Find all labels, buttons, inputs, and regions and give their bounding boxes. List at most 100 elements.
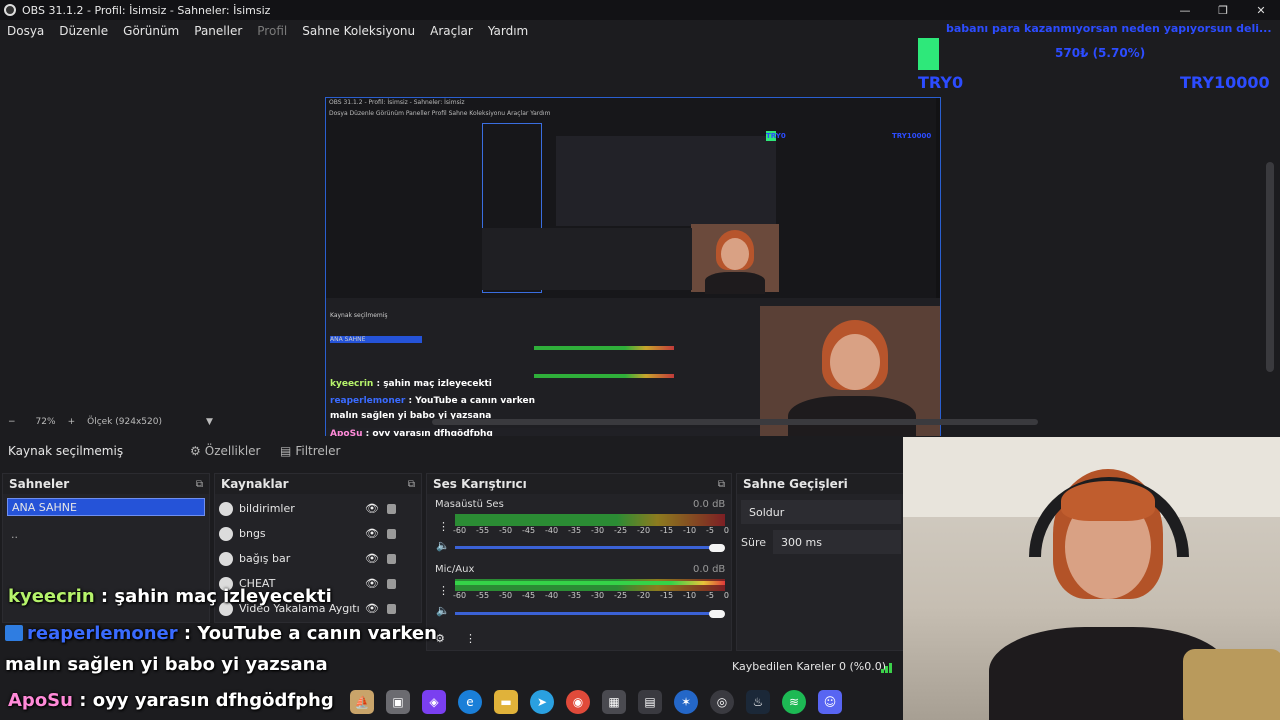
nested-chat-line-1: kyeecrin : şahin maç izleyecekti xyxy=(330,379,492,389)
volume-slider-knob[interactable] xyxy=(709,610,725,618)
scene-more: .. xyxy=(11,528,18,541)
menu-scene-collection[interactable]: Sahne Koleksiyonu xyxy=(302,24,415,38)
filters-button[interactable]: ▤ Filtreler xyxy=(280,444,340,458)
undock-icon[interactable]: ⧉ xyxy=(196,479,203,490)
mixer-menu-icon[interactable]: ⋮ xyxy=(465,632,476,645)
volume-slider[interactable] xyxy=(455,612,713,615)
channel-menu-icon[interactable]: ⋮ xyxy=(438,520,449,533)
source-item[interactable]: bağış bar 👁 xyxy=(215,546,421,571)
lock-icon[interactable] xyxy=(387,579,396,589)
scale-dropdown-icon[interactable]: ▼ xyxy=(206,417,213,427)
menu-profile[interactable]: Profil xyxy=(257,24,287,38)
webcam-feed xyxy=(903,437,1280,720)
filter-icon: ▤ xyxy=(280,444,292,458)
calculator-icon[interactable]: ▤ xyxy=(638,690,662,714)
telegram-icon[interactable]: ➤ xyxy=(530,690,554,714)
discord-icon[interactable]: ☺ xyxy=(818,690,842,714)
game-icon[interactable]: ⛵ xyxy=(350,690,374,714)
chrome-icon[interactable]: ◉ xyxy=(566,690,590,714)
chat-user: kyeecrin xyxy=(8,586,95,607)
browser-source-icon xyxy=(219,526,233,541)
app-icon[interactable]: ▣ xyxy=(386,690,410,714)
nested-obs-window: OBS 31.1.2 - Profil: İsimsiz - Sahneler:… xyxy=(326,98,936,298)
app-icon[interactable]: ✶ xyxy=(674,690,698,714)
source-item[interactable]: bildirimler 👁 xyxy=(215,496,421,521)
steam-icon[interactable]: ♨ xyxy=(746,690,770,714)
close-icon[interactable]: ✕ xyxy=(1242,0,1280,20)
obs-icon[interactable]: ◎ xyxy=(710,690,734,714)
eye-icon[interactable]: 👁 xyxy=(365,602,379,615)
edge-icon[interactable]: e xyxy=(458,690,482,714)
lock-icon[interactable] xyxy=(387,504,396,514)
chat-line: ApoSu : oyy yarasın dfhgödfphg xyxy=(8,690,334,711)
channel-menu-icon[interactable]: ⋮ xyxy=(438,584,449,597)
volume-slider[interactable] xyxy=(455,546,713,549)
folder-icon[interactable]: ▬ xyxy=(494,690,518,714)
speaker-icon[interactable]: 🔈 xyxy=(436,604,450,617)
undock-icon[interactable]: ⧉ xyxy=(718,479,725,490)
menu-file[interactable]: Dosya xyxy=(7,24,44,38)
window-controls: — ❐ ✕ xyxy=(1166,0,1280,20)
chat-message: : şahin maç izleyecekti xyxy=(94,586,332,607)
channel-db: 0.0 dB xyxy=(693,564,726,575)
nested-title: OBS 31.1.2 - Profil: İsimsiz - Sahneler:… xyxy=(329,99,465,106)
duration-label: Süre xyxy=(741,536,767,549)
preview-vertical-scrollbar[interactable] xyxy=(1266,162,1274,372)
sources-title: Kaynaklar xyxy=(221,477,289,491)
goal-percent: 570₺ (5.70%) xyxy=(1055,46,1146,60)
connection-signal-icon xyxy=(881,662,895,673)
chat-message: : YouTube a canın varken xyxy=(177,623,437,644)
scale-label[interactable]: Ölçek (924x520) xyxy=(87,417,162,427)
scenes-header: Sahneler ⧉ xyxy=(3,474,209,494)
zoom-out-button[interactable]: − xyxy=(8,417,16,427)
menu-view[interactable]: Görünüm xyxy=(123,24,179,38)
browser-source-icon xyxy=(219,551,233,566)
twitter-icon xyxy=(5,625,23,641)
mixer-title: Ses Karıştırıcı xyxy=(433,477,527,491)
volume-slider-knob[interactable] xyxy=(709,544,725,552)
goal-progress-marker xyxy=(918,38,939,70)
eye-icon[interactable]: 👁 xyxy=(365,552,379,565)
preview-horizontal-scrollbar[interactable] xyxy=(432,419,1038,425)
lock-icon[interactable] xyxy=(387,554,396,564)
eye-icon[interactable]: 👁 xyxy=(365,527,379,540)
nested-preview xyxy=(556,136,776,226)
transitions-title: Sahne Geçişleri xyxy=(743,477,848,491)
zoom-in-button[interactable]: + xyxy=(68,417,76,427)
filters-label: Filtreler xyxy=(295,444,341,458)
taskbar: ⛵ ▣ ◈ e ▬ ➤ ◉ ▦ ▤ ✶ ◎ ♨ ≋ ☺ xyxy=(340,684,903,720)
undock-icon[interactable]: ⧉ xyxy=(408,479,415,490)
zoom-level: 72% xyxy=(35,417,56,427)
duration-input[interactable]: 300 ms xyxy=(773,530,901,554)
transitions-header: Sahne Geçişleri xyxy=(737,474,903,494)
lock-icon[interactable] xyxy=(387,529,396,539)
preview-canvas[interactable]: OBS 31.1.2 - Profil: İsimsiz - Sahneler:… xyxy=(325,97,941,444)
eye-icon[interactable]: 👁 xyxy=(365,502,379,515)
store-icon[interactable]: ▦ xyxy=(602,690,626,714)
lock-icon[interactable] xyxy=(387,604,396,614)
restore-icon[interactable]: ❐ xyxy=(1204,0,1242,20)
chat-line: kyeecrin : şahin maç izleyecekti xyxy=(8,586,332,607)
menu-help[interactable]: Yardım xyxy=(488,24,528,38)
speaker-icon[interactable]: 🔈 xyxy=(436,539,450,552)
sources-header: Kaynaklar ⧉ xyxy=(215,474,421,494)
preview-area[interactable]: OBS 31.1.2 - Profil: İsimsiz - Sahneler:… xyxy=(0,42,1280,444)
chat-user: ApoSu xyxy=(8,690,73,711)
menu-docks[interactable]: Paneller xyxy=(194,24,242,38)
eye-icon[interactable]: 👁 xyxy=(365,577,379,590)
source-item[interactable]: bngs 👁 xyxy=(215,521,421,546)
spotify-icon[interactable]: ≋ xyxy=(782,690,806,714)
minimize-icon[interactable]: — xyxy=(1166,0,1204,20)
nested-chat-line-2: reaperlemoner : YouTube a canın varken xyxy=(330,396,535,406)
transition-select[interactable]: Soldur xyxy=(741,500,901,524)
scene-item[interactable]: ANA SAHNE xyxy=(7,498,205,516)
source-label: bildirimler xyxy=(239,502,295,515)
gear-icon: ⚙ xyxy=(190,444,201,458)
menu-tools[interactable]: Araçlar xyxy=(430,24,473,38)
menu-edit[interactable]: Düzenle xyxy=(59,24,108,38)
goal-end-label: TRY10000 xyxy=(1180,73,1270,92)
properties-button[interactable]: ⚙ Özellikler xyxy=(190,444,261,458)
copilot-icon[interactable]: ◈ xyxy=(422,690,446,714)
scene-transitions-dock: Sahne Geçişleri Soldur Süre 300 ms xyxy=(736,473,904,651)
no-source-label: Kaynak seçilmemiş xyxy=(8,444,124,458)
